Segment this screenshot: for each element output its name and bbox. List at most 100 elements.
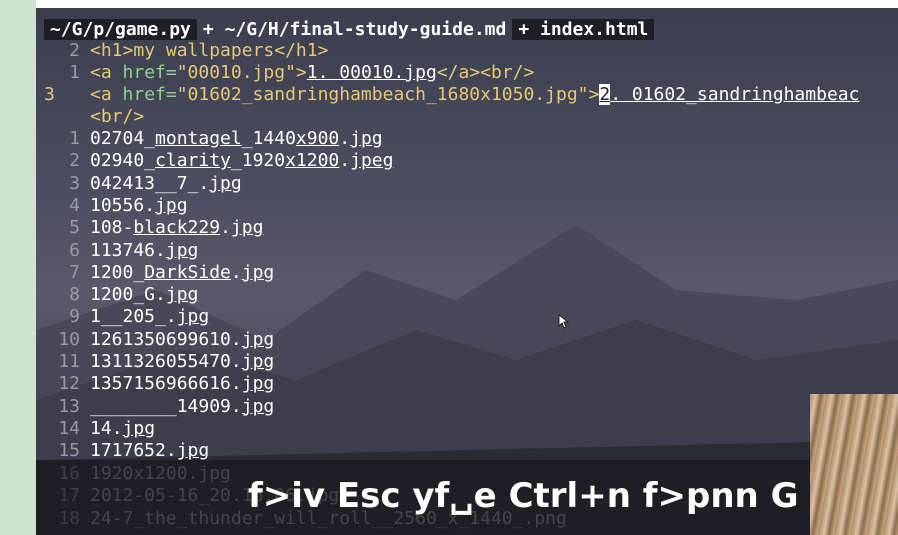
a-open-tag: <a: [90, 84, 123, 105]
desktop-left-strip: [0, 0, 36, 535]
file-name-part-a: 02704_: [90, 128, 156, 149]
file-extension: jpeg: [350, 150, 394, 172]
file-dot: .: [198, 172, 210, 194]
file-name-part-c: _1920: [230, 150, 286, 172]
mouse-pointer-icon: [558, 314, 570, 329]
href-value: "01602_sandringhambeach_1680x1050.jpg": [176, 84, 589, 105]
file-name-part-a: 1261350699610: [90, 328, 231, 350]
file-dot: .: [230, 395, 242, 417]
h1-text: my wallpapers: [133, 40, 275, 61]
file-name-part-b: clarity: [155, 150, 231, 172]
file-extension: jpg: [176, 306, 210, 328]
file-name-part-a: 02940_: [90, 150, 156, 172]
file-name-part-a: 108-: [90, 217, 134, 239]
file-name-part-a: 1311326055470: [90, 351, 231, 372]
line-number: 12: [58, 373, 80, 395]
file-line: 9 1__205_.jpg: [44, 306, 209, 328]
file-extension: jpg: [209, 172, 242, 194]
vim-tabline: ~/G/p/game.py + ~/G/H/final-study-guide.…: [44, 16, 655, 42]
br-tag: <br/>: [90, 106, 145, 127]
file-dot: .: [230, 351, 242, 372]
file-line: 2 02940_clarity_1920x1200.jpeg: [44, 150, 393, 172]
h1-close-tag: </h1>: [274, 40, 329, 61]
file-name-part-a: 1357156966616: [90, 373, 231, 395]
tab-final-study-guide[interactable]: + ~/G/H/final-study-guide.md: [197, 19, 512, 40]
file-name-part-a: 042413__7_: [90, 172, 199, 194]
code-line-link-2: 3 <a href="01602_sandringhambeach_1680x10…: [44, 84, 859, 106]
link-text: 1. 00010.jpg: [306, 62, 437, 83]
file-dot: .: [230, 328, 242, 350]
a-close-br: </a><br/>: [436, 62, 535, 83]
terminal-window[interactable]: ~/G/p/game.py + ~/G/H/final-study-guide.…: [36, 0, 898, 535]
file-dot: .: [230, 261, 242, 283]
file-name-part-b: DarkSide: [144, 261, 231, 283]
file-line: 4 10556.jpg: [44, 194, 188, 217]
href-attr: href=: [122, 84, 177, 105]
file-extension: jpg: [122, 417, 156, 439]
line-number: 8: [69, 284, 80, 306]
file-extension: jpg: [241, 395, 275, 417]
file-name-part-a: 1200_: [90, 261, 145, 283]
h1-open-tag: <h1>: [90, 40, 134, 61]
file-name-part-c: _1440: [241, 128, 296, 149]
line-number: 4: [69, 194, 80, 216]
file-line: 13 ________14909.jpg: [44, 396, 274, 418]
file-dot: .: [230, 373, 242, 395]
file-line: 1 02704_montagel_1440x900.jpg: [44, 128, 382, 150]
href-attr: href=: [122, 62, 177, 83]
file-extension: jpg: [165, 239, 199, 261]
file-line: 8 1200_G.jpg: [44, 284, 198, 306]
line-number: 1: [69, 128, 80, 149]
line-number: 3: [69, 172, 80, 194]
file-dot: .: [339, 150, 351, 172]
file-extension: jpg: [241, 261, 275, 283]
file-extension: jpg: [241, 328, 275, 350]
line-number: 14: [58, 417, 80, 439]
file-name-part-b: montagel: [155, 128, 242, 149]
file-name-part-a: 1200_G: [90, 284, 156, 306]
file-dot: .: [165, 306, 177, 328]
file-extension: jpg: [241, 373, 275, 395]
tab-index-html[interactable]: + index.html: [512, 18, 655, 40]
file-dot: .: [144, 194, 156, 216]
file-extension: jpg: [230, 217, 264, 239]
file-name-part-b: black229: [133, 217, 221, 239]
text-cursor[interactable]: 2: [599, 84, 611, 105]
file-extension: jpg: [155, 194, 188, 216]
file-line: 12 1357156966616.jpg: [44, 373, 274, 395]
file-line: 3 042413__7_.jpg: [44, 173, 242, 195]
webcam-overlay: [810, 394, 898, 535]
file-extension: jpg: [241, 351, 275, 372]
line-number: 7: [69, 261, 80, 283]
a-open-tag: <a: [90, 62, 123, 83]
line-number: 9: [69, 306, 80, 328]
file-dot: .: [111, 417, 123, 439]
line-number: 5: [69, 217, 80, 239]
file-line: 7 1200_DarkSide.jpg: [44, 262, 274, 284]
keycast-text: f>iv Esc yf␣e Ctrl+n f>pnn G: [248, 476, 799, 516]
file-extension: jpg: [165, 284, 199, 306]
tab-game-py[interactable]: ~/G/p/game.py: [44, 18, 197, 40]
file-name-part-a: 113746: [90, 239, 156, 261]
file-dot: .: [220, 217, 231, 239]
file-line: 5 108-black229.jpg: [44, 217, 263, 239]
link-text: . 01602_sandringhambeac: [610, 84, 860, 105]
line-number: 13: [58, 395, 80, 417]
tag-gt: >: [588, 84, 600, 105]
file-line: 15 1717652.jpg: [44, 440, 209, 462]
file-dot: .: [155, 284, 166, 306]
file-dot: .: [339, 128, 351, 149]
file-name-part-d: x1200: [285, 150, 340, 172]
file-line: 6 113746.jpg: [44, 240, 198, 262]
code-line-h1: 2 <h1>my wallpapers</h1>: [44, 40, 328, 62]
file-extension: jpg: [176, 440, 210, 462]
file-dot: .: [155, 239, 166, 261]
line-number: 15: [58, 440, 80, 462]
line-number: 1: [69, 62, 80, 83]
file-name-part-a: ________14909: [90, 395, 231, 417]
code-line-br: <br/>: [44, 106, 144, 128]
href-value: "00010.jpg": [176, 62, 296, 83]
line-number: 2: [69, 150, 80, 172]
file-name-part-a: 14: [90, 417, 112, 439]
current-line-number: 3: [44, 84, 55, 105]
